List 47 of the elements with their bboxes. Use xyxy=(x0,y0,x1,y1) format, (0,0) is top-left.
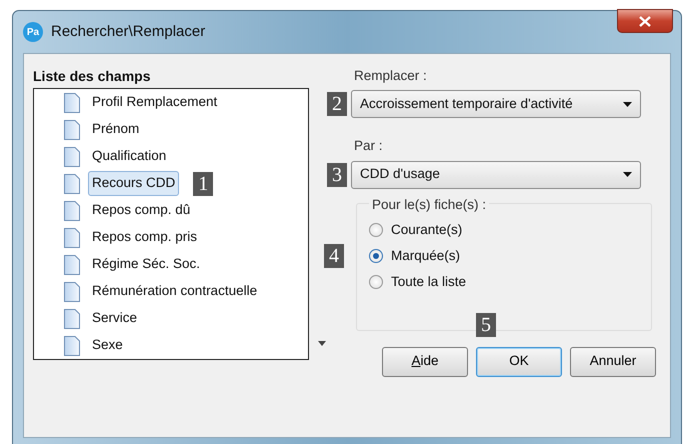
callout-number: 1 xyxy=(193,172,214,196)
document-icon xyxy=(64,336,80,356)
radio-button[interactable] xyxy=(369,248,383,263)
callout-number: 4 xyxy=(324,244,344,268)
list-item[interactable]: Service xyxy=(88,306,142,331)
document-icon xyxy=(64,228,80,248)
app-icon: Pa xyxy=(23,22,43,42)
radio-label[interactable]: Toute la liste xyxy=(391,272,466,292)
document-icon xyxy=(64,120,80,140)
fields-list[interactable]: Profil Remplacement Prénom Qualification Recours CDD 1 Repos comp. dû Repos comp. pris Régime Séc. Soc. Rémunération contractuelle Service Sexe xyxy=(33,88,309,360)
callout-number: 5 xyxy=(476,312,496,336)
list-item[interactable]: Repos comp. pris xyxy=(88,225,202,250)
document-icon xyxy=(64,174,80,194)
list-item[interactable]: Qualification xyxy=(88,144,170,169)
document-icon xyxy=(64,308,80,328)
list-item[interactable]: Profil Remplacement xyxy=(88,90,222,115)
radio-button[interactable] xyxy=(369,275,383,290)
dropdown-arrow-icon xyxy=(623,102,632,107)
list-label: Liste des champs xyxy=(33,67,152,86)
list-item[interactable]: Repos comp. dû xyxy=(88,198,194,223)
document-icon xyxy=(64,282,80,302)
dialog-button[interactable]: OK xyxy=(476,346,562,376)
list-item[interactable]: Régime Séc. Soc. xyxy=(88,252,204,277)
dropdown-arrow-icon xyxy=(623,172,632,177)
scroll-down-icon[interactable] xyxy=(318,341,326,346)
callout-number: 2 xyxy=(327,92,347,116)
list-item[interactable]: Sexe xyxy=(88,333,127,358)
radio-label[interactable]: Courante(s) xyxy=(391,220,462,240)
list-item[interactable]: Rémunération contractuelle xyxy=(88,279,262,304)
replace-dropdown[interactable]: Accroissement temporaire d'activité xyxy=(351,90,641,118)
window-title: Rechercher\Remplacer xyxy=(51,22,206,42)
document-icon xyxy=(64,92,80,112)
radio-button[interactable] xyxy=(369,222,383,237)
document-icon xyxy=(64,200,80,220)
dialog-button[interactable]: Aide xyxy=(382,346,468,376)
close-icon xyxy=(639,16,651,28)
document-icon xyxy=(64,254,80,274)
list-item[interactable]: Prénom xyxy=(88,117,144,142)
callout-number: 3 xyxy=(327,162,347,186)
replace-label: Remplacer : xyxy=(353,67,428,85)
close-button[interactable] xyxy=(617,9,673,33)
dialog-button[interactable]: Annuler xyxy=(570,346,656,376)
with-dropdown[interactable]: CDD d'usage xyxy=(351,160,641,188)
list-item[interactable]: Recours CDD xyxy=(88,171,180,196)
document-icon xyxy=(64,146,80,166)
with-label: Par : xyxy=(353,137,384,156)
radio-label[interactable]: Marquée(s) xyxy=(391,246,460,266)
